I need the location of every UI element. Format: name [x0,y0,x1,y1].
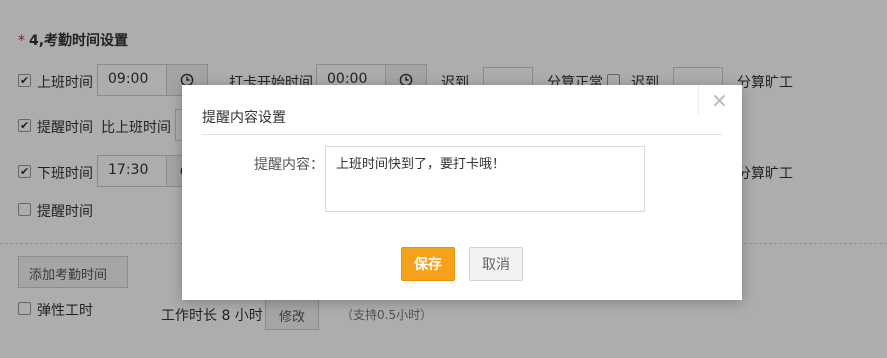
reminder-content-dialog: 提醒内容设置 × 提醒内容： 上班时间快到了，要打卡哦！ 保存 取消 [182,85,742,300]
save-button[interactable]: 保存 [401,247,455,281]
reminder-content-textarea[interactable]: 上班时间快到了，要打卡哦！ [325,146,645,212]
cancel-button[interactable]: 取消 [469,247,523,281]
dialog-divider [202,134,722,135]
close-icon[interactable]: × [698,85,740,115]
content-label: 提醒内容： [254,157,324,173]
dialog-title: 提醒内容设置 [202,110,286,126]
